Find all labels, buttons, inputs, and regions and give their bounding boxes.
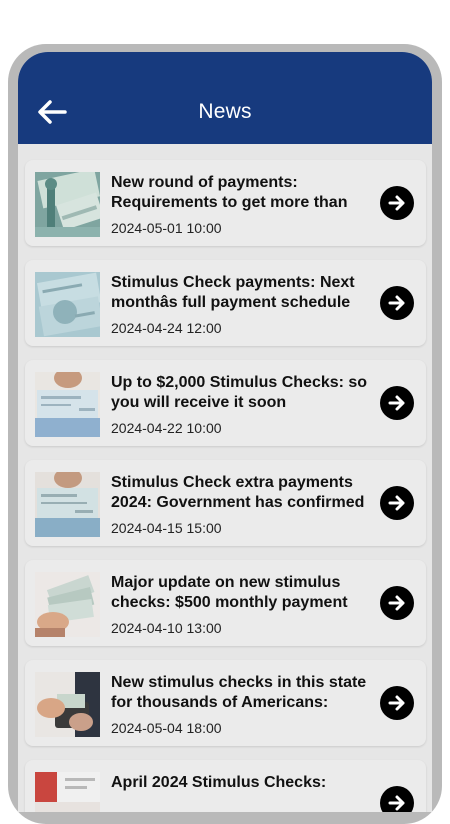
open-article-button[interactable]	[380, 186, 414, 220]
news-date: 2024-05-01 10:00	[111, 220, 222, 236]
news-date: 2024-04-22 10:00	[111, 420, 222, 436]
news-title: New round of payments: Requirements to g…	[111, 174, 348, 211]
news-item[interactable]: April 2024 Stimulus Checks:	[25, 760, 426, 812]
news-item[interactable]: New stimulus checks in this state for th…	[25, 660, 426, 746]
news-item[interactable]: Stimulus Check payments: Next monthâs fu…	[25, 260, 426, 346]
arrow-right-circle-icon	[388, 795, 405, 811]
news-thumbnail	[35, 672, 100, 737]
news-item[interactable]: Major update on new stimulus checks: $50…	[25, 560, 426, 646]
news-thumbnail	[35, 472, 100, 537]
news-thumbnail	[35, 772, 100, 812]
news-title: Stimulus Check extra payments 2024: Gove…	[111, 474, 365, 511]
open-article-button[interactable]	[380, 686, 414, 720]
news-item[interactable]: Up to $2,000 Stimulus Checks: so you wil…	[25, 360, 426, 446]
page-title: News	[198, 100, 252, 123]
news-title: Stimulus Check payments: Next monthâs fu…	[111, 274, 355, 311]
app-screen: News New round of payments: Requirements…	[18, 52, 432, 812]
arrow-right-circle-icon	[388, 595, 405, 611]
arrow-right-circle-icon	[388, 695, 405, 711]
arrow-right-circle-icon	[388, 495, 405, 511]
news-thumbnail	[35, 172, 100, 237]
app-header: News	[18, 52, 432, 144]
news-item[interactable]: New round of payments: Requirements to g…	[25, 160, 426, 246]
news-item[interactable]: Stimulus Check extra payments 2024: Gove…	[25, 460, 426, 546]
arrow-right-circle-icon	[388, 395, 405, 411]
news-thumbnail	[35, 272, 100, 337]
open-article-button[interactable]	[380, 286, 414, 320]
arrow-right-circle-icon	[388, 195, 405, 211]
open-article-button[interactable]	[380, 486, 414, 520]
news-title: Major update on new stimulus checks: $50…	[111, 574, 348, 611]
news-title: April 2024 Stimulus Checks:	[111, 774, 327, 791]
news-date: 2024-04-10 13:00	[111, 620, 222, 636]
news-thumbnail	[35, 372, 100, 437]
open-article-button[interactable]	[380, 586, 414, 620]
news-date: 2024-04-15 15:00	[111, 520, 222, 536]
open-article-button[interactable]	[380, 386, 414, 420]
news-date: 2024-05-04 18:00	[111, 720, 222, 736]
arrow-right-circle-icon	[388, 295, 405, 311]
news-thumbnail	[35, 572, 100, 637]
news-title: New stimulus checks in this state for th…	[111, 674, 367, 711]
open-article-button[interactable]	[380, 786, 414, 812]
news-title: Up to $2,000 Stimulus Checks: so you wil…	[111, 374, 368, 411]
news-date: 2024-04-24 12:00	[111, 320, 222, 336]
